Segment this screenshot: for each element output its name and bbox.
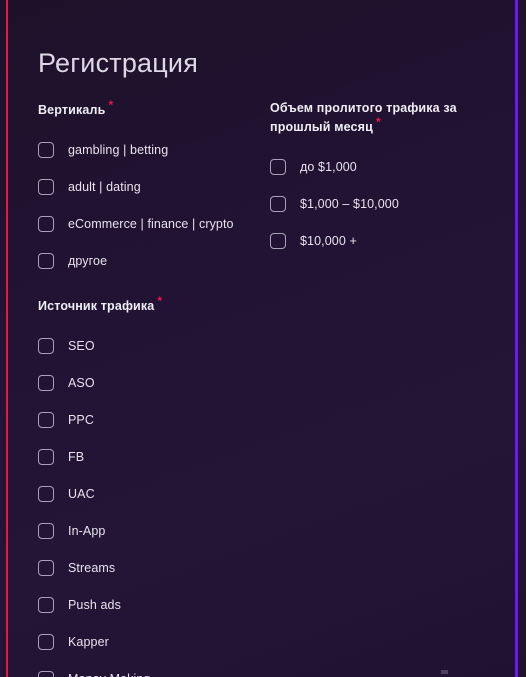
checkbox-icon[interactable] [38,560,54,577]
checkbox-icon[interactable] [38,634,54,651]
option-label: PPC [68,413,95,428]
group-label-traffic-source-text: Источник трафика [38,299,155,314]
option-label: adult | dating [68,180,141,195]
left-column: Вертикаль * gambling | betting adult | da… [38,98,253,677]
option-row[interactable]: eCommerce | finance | crypto [38,213,253,235]
checkbox-icon[interactable] [38,523,54,540]
checkbox-icon[interactable] [38,412,54,429]
checkbox-icon[interactable] [270,233,286,250]
option-label: другое [68,254,108,269]
options-traffic-volume: до $1,000 $1,000 – $10,000 $10,000 + [270,156,485,252]
option-row[interactable]: $10,000 + [270,230,485,252]
checkbox-icon[interactable] [38,253,54,270]
option-row[interactable]: adult | dating [38,176,253,198]
group-label-traffic-source: Источник трафика * [38,294,253,315]
right-column: Объем пролитого трафика за прошлый месяц… [270,100,485,252]
option-row[interactable]: In-App [38,520,253,542]
option-row[interactable]: SEO [38,335,253,357]
option-row[interactable]: $1,000 – $10,000 [270,193,485,215]
option-label: ASO [68,376,95,391]
group-vertical: Вертикаль * gambling | betting adult | da… [38,98,253,272]
checkbox-icon[interactable] [38,486,54,503]
option-label: UAC [68,487,95,502]
form-content: Регистрация Вертикаль * gambling | bettin… [0,0,526,677]
option-label: eCommerce | finance | crypto [68,217,234,232]
option-label: $1,000 – $10,000 [300,197,399,212]
option-label: SEO [68,339,95,354]
registration-page: Регистрация Вертикаль * gambling | bettin… [0,0,526,677]
options-vertical: gambling | betting adult | dating eComme… [38,139,253,272]
option-row[interactable]: до $1,000 [270,156,485,178]
page-footer-fragment [441,670,448,674]
option-label: Streams [68,561,116,576]
group-label-vertical: Вертикаль * [38,98,253,119]
option-row[interactable]: Money Making [38,668,253,677]
option-label: до $1,000 [300,160,357,175]
option-row[interactable]: PPC [38,409,253,431]
checkbox-icon[interactable] [38,449,54,466]
checkbox-icon[interactable] [38,375,54,392]
checkbox-icon[interactable] [38,142,54,159]
option-label: In-App [68,524,106,539]
option-row[interactable]: Kapper [38,631,253,653]
option-row[interactable]: gambling | betting [38,139,253,161]
option-row[interactable]: другое [38,250,253,272]
checkbox-icon[interactable] [38,671,54,677]
option-label: $10,000 + [300,234,357,249]
option-label: Push ads [68,598,121,613]
group-label-traffic-volume-text: Объем пролитого трафика за прошлый месяц [270,101,457,135]
checkbox-icon[interactable] [38,338,54,355]
required-marker: * [108,98,114,112]
checkbox-icon[interactable] [38,597,54,614]
option-row[interactable]: Push ads [38,594,253,616]
checkbox-icon[interactable] [270,159,286,176]
checkbox-icon[interactable] [270,196,286,213]
required-marker: * [375,115,381,129]
group-label-vertical-text: Вертикаль [38,103,106,118]
group-traffic-source: Источник трафика * SEO ASO PPC FB UAC In… [38,294,253,677]
group-traffic-volume: Объем пролитого трафика за прошлый месяц… [270,100,485,252]
option-label: FB [68,450,85,465]
option-row[interactable]: Streams [38,557,253,579]
group-label-traffic-volume: Объем пролитого трафика за прошлый месяц… [270,100,485,136]
required-marker: * [157,294,163,309]
option-row[interactable]: FB [38,446,253,468]
option-label: Money Making [68,672,151,677]
option-label: Kapper [68,635,109,650]
option-row[interactable]: UAC [38,483,253,505]
option-label: gambling | betting [68,143,169,158]
options-traffic-source: SEO ASO PPC FB UAC In-App Streams Push a… [38,335,253,677]
checkbox-icon[interactable] [38,179,54,196]
page-title: Регистрация [38,48,199,79]
option-row[interactable]: ASO [38,372,253,394]
checkbox-icon[interactable] [38,216,54,233]
